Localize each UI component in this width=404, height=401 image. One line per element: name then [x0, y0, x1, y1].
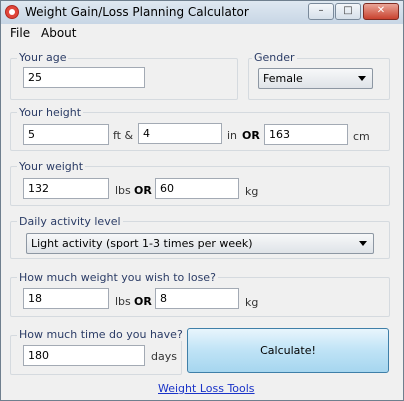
- activity-selected-value: Light activity (sport 1-3 times per week…: [31, 237, 253, 250]
- minimize-button[interactable]: –: [308, 3, 334, 20]
- days-unit-label: days: [151, 350, 177, 363]
- menu-bar: File About: [1, 24, 403, 43]
- menu-file[interactable]: File: [10, 26, 30, 40]
- lose-label: How much weight you wish to lose?: [17, 271, 218, 284]
- close-button[interactable]: ✕: [363, 3, 399, 20]
- height-label: Your height: [17, 106, 84, 119]
- lose-kg-input[interactable]: 8: [155, 288, 239, 309]
- gender-selected-value: Female: [263, 72, 303, 85]
- height-inches-input[interactable]: 4: [138, 123, 222, 144]
- window-title: Weight Gain/Loss Planning Calculator: [25, 5, 249, 19]
- calculate-button[interactable]: Calculate!: [187, 328, 389, 373]
- inches-unit-label: in: [227, 129, 238, 142]
- weight-label: Your weight: [17, 160, 86, 173]
- height-feet-input[interactable]: 5: [23, 124, 109, 145]
- gender-select[interactable]: Female: [258, 68, 373, 89]
- close-icon: ✕: [376, 5, 386, 16]
- feet-unit-label: ft &: [113, 129, 134, 142]
- height-or-label: OR: [242, 129, 260, 142]
- maximize-icon: □: [343, 5, 353, 16]
- chevron-down-icon: [359, 241, 367, 246]
- time-label: How much time do you have?: [17, 328, 185, 341]
- weight-loss-tools-link[interactable]: Weight Loss Tools: [158, 382, 255, 395]
- minimize-icon: –: [318, 5, 324, 16]
- weight-or-label: OR: [134, 184, 152, 197]
- age-input[interactable]: 25: [23, 67, 145, 88]
- time-input[interactable]: 180: [23, 345, 145, 366]
- cm-unit-label: cm: [353, 130, 370, 143]
- weight-lbs-input[interactable]: 132: [23, 178, 109, 199]
- activity-label: Daily activity level: [17, 215, 123, 228]
- menu-about[interactable]: About: [41, 26, 76, 40]
- lose-or-label: OR: [134, 295, 152, 308]
- maximize-button[interactable]: □: [335, 3, 361, 20]
- age-label: Your age: [17, 51, 69, 64]
- title-bar[interactable]: Weight Gain/Loss Planning Calculator – □…: [1, 1, 403, 25]
- lose-kg-unit-label: kg: [245, 296, 259, 309]
- activity-select[interactable]: Light activity (sport 1-3 times per week…: [26, 233, 374, 254]
- lose-lbs-input[interactable]: 18: [23, 288, 109, 309]
- height-cm-input[interactable]: 163: [264, 124, 348, 145]
- lose-lbs-unit-label: lbs: [115, 295, 131, 308]
- app-icon: [5, 5, 19, 19]
- weight-kg-unit-label: kg: [245, 185, 259, 198]
- chevron-down-icon: [358, 76, 366, 81]
- weight-kg-input[interactable]: 60: [155, 178, 239, 199]
- gender-label: Gender: [252, 51, 297, 64]
- app-window: Weight Gain/Loss Planning Calculator – □…: [0, 0, 404, 401]
- weight-lbs-unit-label: lbs: [115, 184, 131, 197]
